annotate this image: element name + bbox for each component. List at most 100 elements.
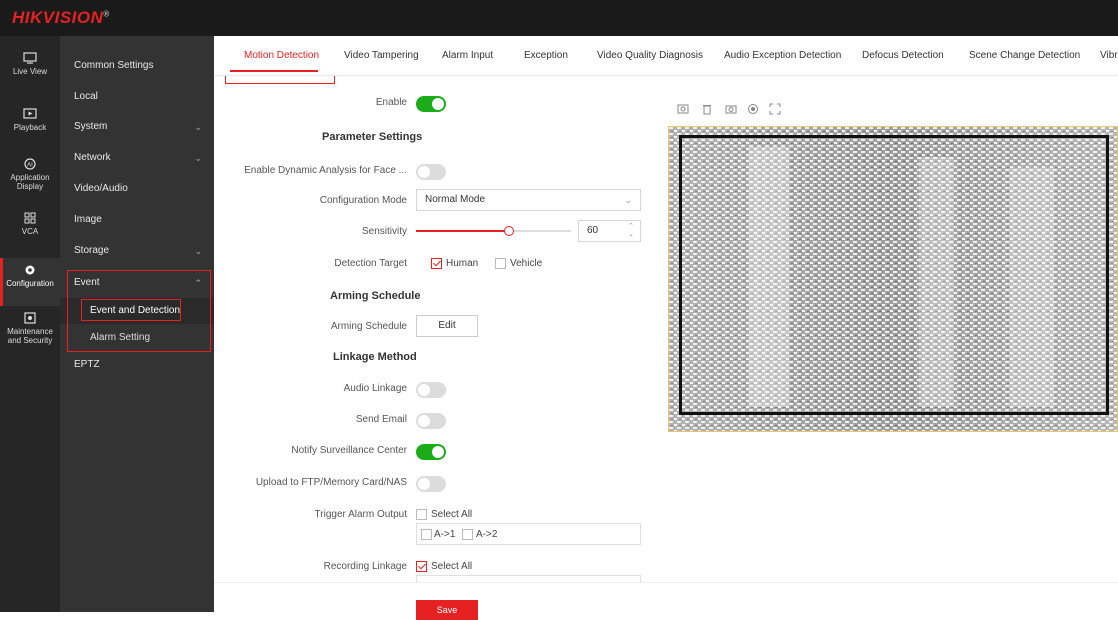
snapshot-icon[interactable] [676,103,690,117]
nav-live-view[interactable]: Live View [0,52,60,96]
tab-video-tampering[interactable]: Video Tampering [344,50,419,61]
application-icon: AI [24,158,36,170]
brand-name: HIKVISION [12,8,104,27]
recording-linkage-label: Recording Linkage [323,561,407,572]
edit-schedule-button[interactable]: Edit [416,315,478,337]
event-detection-highlight [81,299,181,321]
tab-exception[interactable]: Exception [524,50,568,61]
nav-application-display[interactable]: AI Application Display [0,158,60,202]
tab-alarm-input[interactable]: Alarm Input [442,50,493,61]
enable-toggle[interactable] [416,96,446,112]
menu-common-settings[interactable]: Common Settings [60,51,214,81]
menu-image-label: Image [74,214,102,225]
menu-common-settings-label: Common Settings [74,60,154,71]
sensitivity-input[interactable]: 60 ⌃ ⌄ [578,220,641,242]
alarm-out-1-label: A->1 [434,529,456,540]
menu-system-label: System [74,121,108,132]
audio-linkage-toggle[interactable] [416,382,446,398]
menu-local[interactable]: Local [60,82,214,112]
send-email-toggle[interactable] [416,413,446,429]
chevron-down-icon: ⌄ [624,195,632,205]
config-mode-select[interactable]: Normal Mode ⌄ [416,189,641,211]
upload-ftp-toggle[interactable] [416,476,446,492]
nav-live-view-label: Live View [12,67,48,76]
left-nav: Live View Playback AI Application Displa… [0,36,60,612]
gear-icon [25,265,35,275]
delete-icon[interactable] [700,103,714,117]
vehicle-label: Vehicle [510,258,543,269]
parameter-settings-heading: Parameter Settings [322,131,423,143]
save-bar: Save [214,582,1118,620]
upload-ftp-label: Upload to FTP/Memory Card/NAS [255,477,407,488]
menu-system[interactable]: System ⌄ [60,112,214,142]
enable-label: Enable [375,97,407,108]
menu-video-audio-label: Video/Audio [74,183,128,194]
alarm-out-2-checkbox[interactable] [462,529,473,540]
record-icon[interactable] [746,103,760,117]
detection-area-frame[interactable] [679,135,1109,415]
alarm-out-1-checkbox[interactable] [421,529,432,540]
playback-icon [23,108,37,119]
monitor-icon [23,52,37,64]
notify-center-toggle[interactable] [416,444,446,460]
camera-icon[interactable] [724,103,738,117]
human-checkbox[interactable] [431,258,442,269]
nav-maintenance-label: Maintenance and Security [7,327,53,345]
sensitivity-slider-fill [416,230,509,232]
nav-playback-label: Playback [13,123,47,132]
nav-configuration[interactable]: Configuration [0,258,60,306]
vca-icon [24,212,36,224]
detection-tabs: Motion Detection Video Tampering Alarm I… [214,36,1118,76]
menu-video-audio[interactable]: Video/Audio [60,174,214,204]
menu-storage-label: Storage [74,245,110,256]
notify-center-label: Notify Surveillance Center [291,445,407,456]
save-button[interactable]: Save [416,600,478,620]
sensitivity-value: 60 [587,225,599,236]
linkage-method-heading: Linkage Method [333,351,417,363]
audio-linkage-label: Audio Linkage [343,383,407,394]
dynamic-face-toggle[interactable] [416,164,446,180]
recording-select-all-label: Select All [431,561,473,572]
fullscreen-icon[interactable] [768,103,782,117]
menu-storage[interactable]: Storage ⌄ [60,236,214,266]
chevron-down-icon: ⌄ [194,246,202,256]
menu-eptz-label: EPTZ [74,359,100,370]
svg-text:AI: AI [27,163,33,169]
nav-configuration-label: Configuration [6,279,54,288]
tab-motion-detection[interactable]: Motion Detection [244,50,319,61]
config-mode-value: Normal Mode [425,194,486,205]
arming-schedule-label: Arming Schedule [330,321,407,332]
tab-audio-exception-detection[interactable]: Audio Exception Detection [724,50,841,61]
video-preview[interactable] [668,126,1118,432]
nav-playback[interactable]: Playback [0,108,60,152]
nav-maintenance[interactable]: Maintenance and Security [0,312,60,356]
tab-video-quality-diagnosis[interactable]: Video Quality Diagnosis [597,50,703,61]
vehicle-checkbox[interactable] [495,258,506,269]
menu-network[interactable]: Network ⌄ [60,143,214,173]
menu-eptz[interactable]: EPTZ [60,350,214,380]
sensitivity-label: Sensitivity [361,226,407,237]
sensitivity-slider-handle[interactable] [504,226,514,236]
human-label: Human [446,258,479,269]
menu-image[interactable]: Image [60,205,214,235]
nav-vca[interactable]: VCA [0,212,60,256]
alarm-out-2-label: A->2 [476,529,498,540]
chevron-down-icon: ⌄ [194,122,202,132]
arming-schedule-heading: Arming Schedule [330,290,421,302]
detection-target-label: Detection Target [334,258,407,269]
trigger-select-all-checkbox[interactable] [416,509,427,520]
top-bar: HIKVISION® [0,0,1118,36]
tab-vibration[interactable]: Vibra [1100,50,1118,61]
active-tab-underline [230,70,318,72]
trigger-select-all-label: Select All [431,509,473,520]
nav-application-display-label: Application Display [10,173,50,191]
spinner-icon[interactable]: ⌃ ⌄ [628,223,634,239]
trigger-alarm-label: Trigger Alarm Output [314,509,407,520]
brand-logo: HIKVISION® [12,8,110,28]
dynamic-face-label: Enable Dynamic Analysis for Face ... [244,165,407,176]
menu-network-label: Network [74,152,111,163]
tab-defocus-detection[interactable]: Defocus Detection [862,50,944,61]
tab-scene-change-detection[interactable]: Scene Change Detection [969,50,1080,61]
trademark: ® [103,9,110,19]
recording-select-all-checkbox[interactable] [416,561,427,572]
